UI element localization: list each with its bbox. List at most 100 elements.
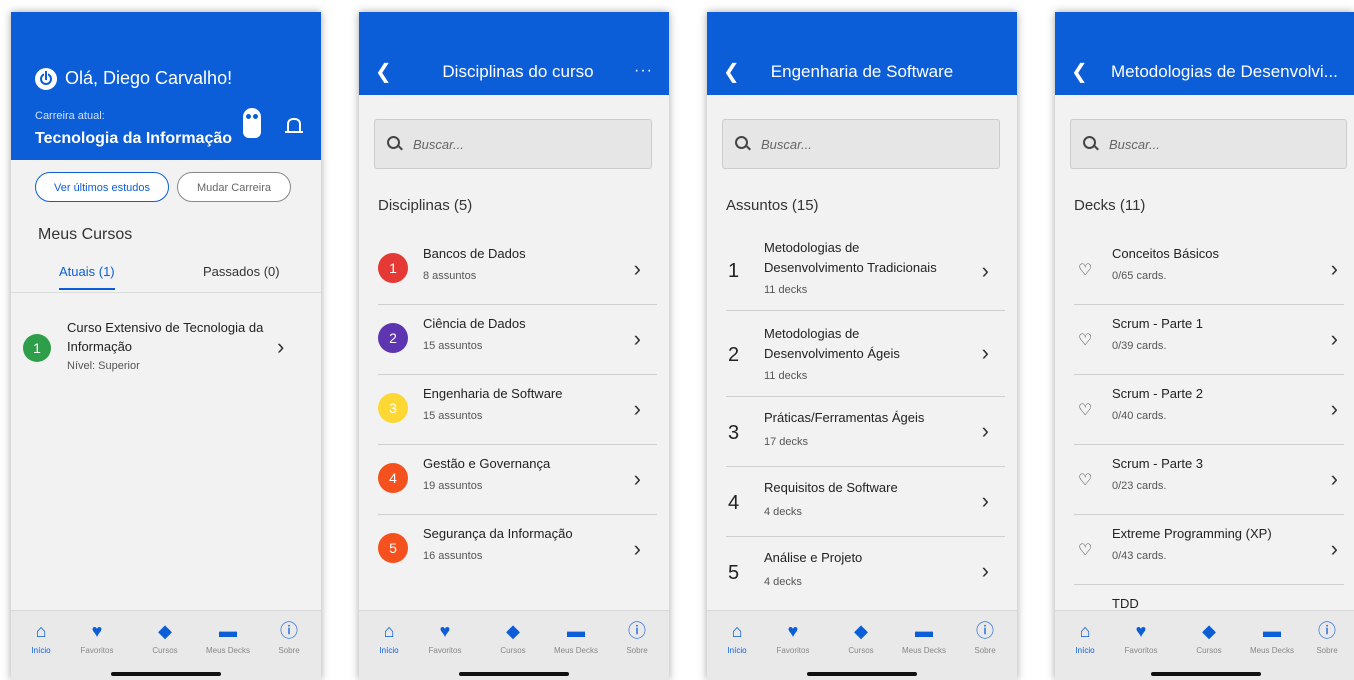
item-title: Engenharia de Software	[423, 386, 563, 401]
nav-about[interactable]: ⓘ Sobre	[957, 621, 1013, 655]
recent-studies-button[interactable]: Ver últimos estudos	[35, 172, 169, 202]
nav-about[interactable]: ⓘ Sobre	[609, 621, 665, 655]
deck-item[interactable]: ♡ Scrum - Parte 3 0/23 cards. ›	[1074, 444, 1344, 515]
list-item[interactable]: 2 Ciência de Dados 15 assuntos ›	[378, 304, 657, 375]
power-logo-icon	[35, 68, 57, 90]
back-icon[interactable]: ❮	[375, 62, 392, 82]
deck-item[interactable]: ♡ Conceitos Básicos 0/65 cards. ›	[1074, 234, 1344, 305]
search-placeholder: Buscar...	[413, 137, 464, 152]
nav-home[interactable]: ⌂ Início	[1057, 621, 1113, 655]
nav-favorites[interactable]: ♥ Favoritos	[417, 621, 473, 655]
item-subtitle: 19 assuntos	[423, 480, 483, 492]
nav-courses[interactable]: ◆ Cursos	[485, 621, 541, 655]
search-placeholder: Buscar...	[1109, 137, 1160, 152]
tab-current[interactable]: Atuais (1)	[59, 264, 115, 279]
phone-screen-disciplines: ❮ Disciplinas do curso ··· Buscar... Dis…	[359, 12, 669, 680]
search-input[interactable]: Buscar...	[722, 119, 1000, 169]
list-item[interactable]: 3 Engenharia de Software 15 assuntos ›	[378, 374, 657, 445]
chevron-right-icon: ›	[633, 536, 641, 561]
greeting: Olá, Diego Carvalho!	[65, 68, 233, 88]
graduation-cap-icon: ◆	[506, 621, 520, 641]
list-item[interactable]: 4 Requisitos de Software 4 decks ›	[726, 466, 1005, 537]
nav-courses[interactable]: ◆ Cursos	[137, 621, 193, 655]
nav-courses[interactable]: ◆ Cursos	[833, 621, 889, 655]
item-title: Segurança da Informação	[423, 526, 573, 541]
nav-decks[interactable]: ▬ Meus Decks	[548, 621, 604, 655]
nav-home-label: Início	[31, 646, 51, 655]
nav-favorites[interactable]: ♥ Favoritos	[69, 621, 125, 655]
nav-about[interactable]: ⓘ Sobre	[1299, 621, 1354, 655]
back-icon[interactable]: ❮	[1071, 62, 1088, 82]
item-subtitle: 8 assuntos	[423, 270, 477, 282]
phone-screen-home: Olá, Diego Carvalho! Carreira atual: Tec…	[11, 12, 321, 680]
nav-about[interactable]: ⓘ Sobre	[261, 621, 317, 655]
heart-outline-icon[interactable]: ♡	[1078, 540, 1092, 560]
more-icon[interactable]: ···	[634, 62, 653, 80]
heart-outline-icon[interactable]: ♡	[1078, 330, 1092, 350]
list-item[interactable]: 2 Metodologias de Desenvolvimento Ágeis …	[726, 310, 1005, 397]
deck-item[interactable]: ♡ Scrum - Parte 1 0/39 cards. ›	[1074, 304, 1344, 375]
heart-outline-icon[interactable]: ♡	[1078, 470, 1092, 490]
list-item[interactable]: 5 Análise e Projeto 4 decks ›	[726, 536, 1005, 606]
nav-favorites[interactable]: ♥ Favoritos	[765, 621, 821, 655]
nav-decks[interactable]: ▬ Meus Decks	[896, 621, 952, 655]
change-career-button[interactable]: Mudar Carreira	[177, 172, 291, 202]
divider	[11, 292, 321, 293]
nav-decks-label: Meus Decks	[553, 646, 598, 655]
info-icon: ⓘ	[280, 621, 298, 641]
nav-decks-label: Meus Decks	[1249, 646, 1294, 655]
list-item[interactable]: 1 Bancos de Dados 8 assuntos ›	[378, 234, 657, 305]
list-item[interactable]: 4 Gestão e Governança 19 assuntos ›	[378, 444, 657, 515]
nav-home[interactable]: ⌂ Início	[709, 621, 765, 655]
list-item[interactable]: 5 Segurança da Informação 16 assuntos ›	[378, 514, 657, 584]
nav-home-label: Início	[379, 646, 399, 655]
number-badge: 2	[378, 323, 408, 353]
home-icon: ⌂	[731, 621, 743, 641]
nav-decks[interactable]: ▬ Meus Decks	[1244, 621, 1300, 655]
item-subtitle: 11 decks	[764, 370, 808, 382]
deck-progress: 0/65 cards.	[1112, 270, 1167, 282]
back-icon[interactable]: ❮	[723, 62, 740, 82]
home-indicator	[111, 672, 221, 676]
header: ❮ Engenharia de Software	[707, 12, 1017, 95]
nav-decks[interactable]: ▬ Meus Decks	[200, 621, 256, 655]
deck-title: Extreme Programming (XP)	[1112, 526, 1272, 541]
nav-favorites[interactable]: ♥ Favoritos	[1113, 621, 1169, 655]
chevron-right-icon: ›	[981, 340, 989, 365]
course-number-badge: 1	[23, 334, 51, 362]
heart-icon: ♥	[439, 621, 451, 641]
heart-outline-icon[interactable]: ♡	[1078, 400, 1092, 420]
info-icon: ⓘ	[628, 621, 646, 641]
bell-icon[interactable]	[285, 118, 303, 133]
tab-past[interactable]: Passados (0)	[203, 264, 280, 279]
nav-home[interactable]: ⌂ Início	[13, 621, 69, 655]
chevron-right-icon: ›	[1330, 536, 1338, 561]
deck-item[interactable]: ♡ Extreme Programming (XP) 0/43 cards. ›	[1074, 514, 1344, 585]
item-number: 2	[728, 344, 740, 366]
heart-outline-icon[interactable]: ♡	[1078, 260, 1092, 280]
nav-home-label: Início	[1075, 646, 1095, 655]
list-item[interactable]: 1 Metodologias de Desenvolvimento Tradic…	[726, 234, 1005, 311]
heart-icon: ♥	[91, 621, 103, 641]
section-title: Meus Cursos	[38, 226, 133, 243]
deck-title: Scrum - Parte 1	[1112, 316, 1204, 331]
deck-progress: 0/40 cards.	[1112, 410, 1167, 422]
home-icon: ⌂	[35, 621, 47, 641]
course-title: Curso Extensivo de Tecnologia da Informa…	[67, 320, 264, 354]
nav-home[interactable]: ⌂ Início	[361, 621, 417, 655]
chevron-right-icon: ›	[1330, 256, 1338, 281]
item-subtitle: 4 decks	[764, 576, 802, 588]
page-title: Disciplinas do curso	[442, 62, 594, 81]
item-title: Análise e Projeto	[764, 550, 863, 565]
deck-item[interactable]: ♡ Scrum - Parte 2 0/40 cards. ›	[1074, 374, 1344, 445]
chevron-right-icon: ›	[277, 334, 285, 359]
list-item[interactable]: 3 Práticas/Ferramentas Ágeis 17 decks ›	[726, 396, 1005, 467]
nav-courses[interactable]: ◆ Cursos	[1181, 621, 1237, 655]
phone-screen-decks: ❮ Metodologias de Desenvolvi... Buscar..…	[1055, 12, 1354, 680]
home-icon: ⌂	[383, 621, 395, 641]
item-title: Metodologias de Desenvolvimento Ágeis	[764, 326, 900, 361]
home-indicator	[807, 672, 917, 676]
search-input[interactable]: Buscar...	[374, 119, 652, 169]
page-title: Engenharia de Software	[770, 62, 954, 81]
search-input[interactable]: Buscar...	[1070, 119, 1347, 169]
